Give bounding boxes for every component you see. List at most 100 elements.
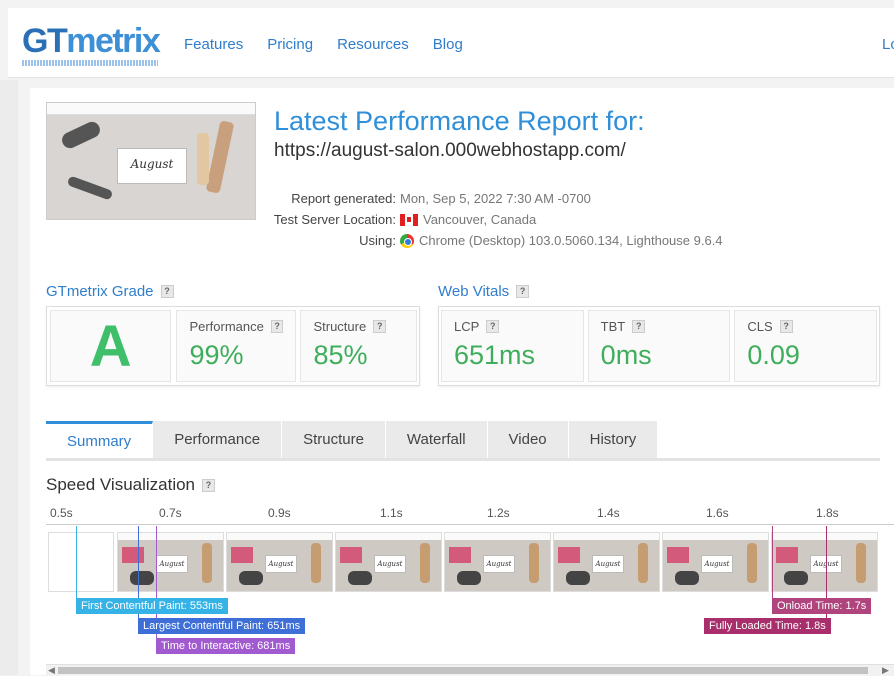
speed-visualization-title: Speed Visualization (46, 475, 196, 494)
tab-waterfall[interactable]: Waterfall (385, 421, 488, 458)
gtmetrix-grade-title: GTmetrix Grade (46, 283, 154, 300)
scrollbar-thumb[interactable] (58, 667, 868, 674)
speed-visualization-timeline: 0.5s 0.7s 0.9s 1.1s 1.2s 1.4s 1.6s 1.8s … (46, 506, 894, 675)
report-panel: August Latest Performance Report for: ht… (30, 88, 894, 675)
web-vitals-title: Web Vitals (438, 283, 510, 300)
tab-structure[interactable]: Structure (282, 421, 386, 458)
thumbnail-navbar (47, 103, 255, 115)
thumbnail-brush (205, 120, 235, 194)
meta-location-value-wrap: Vancouver, Canada (400, 212, 536, 227)
timeline-horizontal-scrollbar[interactable]: ◀ ▶ (46, 664, 894, 675)
tick-label: 1.4s (597, 506, 620, 520)
frame-card-text: August (265, 555, 297, 573)
structure-label: Structure (313, 319, 367, 334)
frame-card-text: August (374, 555, 406, 573)
cls-metric: CLS? 0.09 (734, 310, 878, 382)
help-icon[interactable]: ? (486, 320, 500, 333)
tab-performance[interactable]: Performance (153, 421, 283, 458)
meta-generated-value: Mon, Sep 5, 2022 7:30 AM -0700 (400, 191, 591, 206)
main-nav: Features Pricing Resources Blog (184, 36, 487, 53)
lcp-value: 651ms (454, 340, 536, 370)
thumbnail-scissors (59, 119, 103, 151)
fully-loaded-event-label: Fully Loaded Time: 1.8s (704, 618, 831, 634)
report-meta: Report generated: Mon, Sep 5, 2022 7:30 … (262, 188, 762, 251)
tab-history[interactable]: History (568, 421, 659, 458)
gtmetrix-logo[interactable]: GTmetrix (22, 22, 161, 61)
tick-label: 0.5s (50, 506, 73, 520)
tab-video[interactable]: Video (487, 421, 569, 458)
cls-value: 0.09 (747, 340, 800, 370)
tick-label: 1.1s (380, 506, 403, 520)
thumbnail-brand-card: August (117, 148, 187, 184)
meta-using-label: Using: (359, 233, 396, 248)
thumbnail-bottle (197, 133, 209, 185)
meta-using-value: Chrome (Desktop) 103.0.5060.134, Lightho… (419, 233, 723, 248)
help-icon[interactable]: ? (202, 478, 216, 492)
chrome-icon (400, 233, 414, 248)
grade-box: A Performance? 99% Structure? 85% (46, 306, 420, 386)
tbt-label: TBT (600, 319, 626, 334)
nav-blog[interactable]: Blog (433, 36, 463, 53)
tbt-value: 0ms (600, 340, 652, 370)
performance-value: 99% (189, 340, 244, 370)
scroll-right-arrow-icon[interactable]: ▶ (882, 665, 889, 676)
fcp-event-label: First Contentful Paint: 553ms (76, 598, 228, 614)
onload-event-label: Onload Time: 1.7s (772, 598, 872, 614)
nav-resources[interactable]: Resources (337, 36, 409, 53)
lcp-label: LCP (454, 319, 480, 334)
meta-using-row: Using: Chrome (Desktop) 103.0.5060.134, … (262, 230, 762, 251)
nav-features[interactable]: Features (184, 36, 243, 53)
help-icon[interactable]: ? (270, 320, 284, 333)
filmstrip-frame[interactable]: August (117, 532, 224, 592)
nav-pricing[interactable]: Pricing (267, 36, 313, 53)
filmstrip-frame[interactable]: August (553, 532, 660, 592)
lcp-event-label: Largest Contentful Paint: 651ms (138, 618, 306, 634)
filmstrip-frame[interactable]: August (335, 532, 442, 592)
tab-summary[interactable]: Summary (46, 421, 154, 458)
meta-generated-row: Report generated: Mon, Sep 5, 2022 7:30 … (262, 188, 762, 209)
meta-location-row: Test Server Location: Vancouver, Canada (262, 209, 762, 230)
page-screenshot-thumbnail: August (46, 102, 256, 220)
onload-marker-line (772, 526, 773, 598)
report-title: Latest Performance Report for: (274, 106, 645, 136)
performance-label: Performance (189, 319, 264, 334)
cls-label: CLS (747, 319, 773, 334)
tick-label: 1.2s (487, 506, 510, 520)
tti-event-label: Time to Interactive: 681ms (156, 638, 296, 654)
help-icon[interactable]: ? (779, 320, 793, 333)
filmstrip-frame[interactable]: August (444, 532, 551, 592)
logo-underline-decoration (22, 60, 158, 66)
canada-flag-icon (400, 213, 418, 226)
tick-label: 0.9s (268, 506, 291, 520)
fcp-marker-line (76, 526, 77, 598)
report-url: https://august-salon.000webhostapp.com/ (274, 140, 626, 161)
left-edge-strip (0, 80, 18, 675)
tbt-metric: TBT? 0ms (587, 310, 731, 382)
filmstrip-frame[interactable]: August (771, 532, 878, 592)
tick-label: 1.6s (706, 506, 729, 520)
tick-label: 0.7s (159, 506, 182, 520)
top-header: GTmetrix Features Pricing Resources Blog… (8, 8, 894, 78)
lcp-metric: LCP? 651ms (441, 310, 584, 382)
filmstrip-frame[interactable]: August (662, 532, 769, 592)
filmstrip-frame[interactable]: August (226, 532, 333, 592)
structure-value: 85% (313, 340, 368, 370)
tick-label: 1.8s (816, 506, 839, 520)
meta-generated-label: Report generated: (291, 191, 396, 206)
help-icon[interactable]: ? (160, 285, 174, 298)
login-link[interactable]: Lo (882, 36, 894, 53)
meta-location-label: Test Server Location: (273, 212, 396, 227)
frame-card-text: August (156, 555, 188, 573)
thumbnail-comb (66, 175, 114, 201)
timeline-axis (46, 524, 894, 525)
scroll-left-arrow-icon[interactable]: ◀ (48, 665, 55, 676)
frame-card-text: August (592, 555, 624, 573)
help-icon[interactable]: ? (516, 285, 530, 298)
help-icon[interactable]: ? (632, 320, 646, 333)
report-tabs: Summary Performance Structure Waterfall … (46, 421, 880, 461)
performance-metric: Performance? 99% (176, 310, 297, 382)
help-icon[interactable]: ? (373, 320, 387, 333)
web-vitals-box: LCP? 651ms TBT? 0ms CLS? 0.09 (438, 306, 880, 386)
gtmetrix-grade-heading: GTmetrix Grade? (46, 283, 174, 300)
grade-letter: A (50, 310, 172, 382)
